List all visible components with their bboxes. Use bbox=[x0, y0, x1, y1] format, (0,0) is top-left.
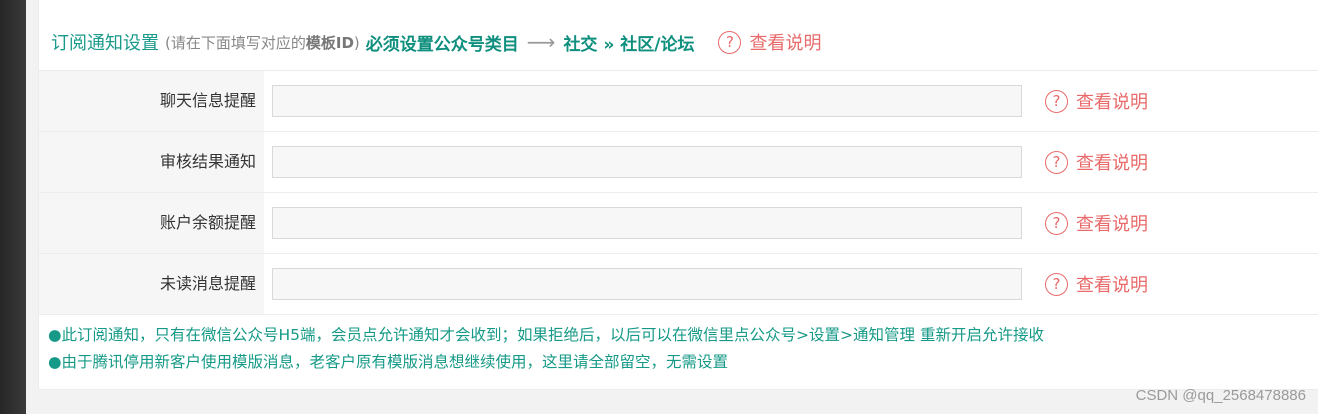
notes: ●此订阅通知，只有在微信公众号H5端，会员点允许通知才会收到；如果拒绝后，以后可… bbox=[48, 322, 1044, 376]
form-row-review-result: 审核结果通知 ? 查看说明 bbox=[39, 131, 1318, 192]
arrow-icon: ⟶ bbox=[526, 30, 556, 54]
unread-message-template-input[interactable] bbox=[272, 268, 1022, 300]
row-help-link[interactable]: ? 查看说明 bbox=[1045, 88, 1148, 114]
field-label: 未读消息提醒 bbox=[159, 274, 256, 293]
question-icon: ? bbox=[1045, 89, 1068, 113]
form-divider bbox=[39, 314, 1318, 315]
note-item: ●此订阅通知，只有在微信公众号H5端，会员点允许通知才会收到；如果拒绝后，以后可… bbox=[48, 326, 1044, 344]
left-edge-bar bbox=[0, 0, 26, 414]
form-row-unread-message: 未读消息提醒 ? 查看说明 bbox=[39, 253, 1318, 314]
section-hint: (请在下面填写对应的模板ID) bbox=[165, 33, 360, 52]
required-category-label: 必须设置公众号类目 bbox=[365, 34, 519, 55]
help-link-label: 查看说明 bbox=[1076, 275, 1148, 296]
field-label: 审核结果通知 bbox=[159, 152, 256, 171]
help-link-label: 查看说明 bbox=[1076, 214, 1148, 235]
header-help-link[interactable]: ? 查看说明 bbox=[718, 29, 821, 55]
row-help-link[interactable]: ? 查看说明 bbox=[1045, 210, 1148, 236]
question-icon: ? bbox=[1045, 211, 1068, 235]
row-help-link[interactable]: ? 查看说明 bbox=[1045, 271, 1148, 297]
help-link-label: 查看说明 bbox=[749, 33, 822, 54]
row-help-link[interactable]: ? 查看说明 bbox=[1045, 149, 1148, 175]
help-link-label: 查看说明 bbox=[1076, 153, 1148, 174]
subscription-settings-card: 订阅通知设置 (请在下面填写对应的模板ID) 必须设置公众号类目 ⟶ 社交 » … bbox=[38, 0, 1318, 390]
form-row-account-balance: 账户余额提醒 ? 查看说明 bbox=[39, 192, 1318, 253]
field-label: 聊天信息提醒 bbox=[159, 91, 256, 110]
field-label: 账户余额提醒 bbox=[159, 213, 256, 232]
question-icon: ? bbox=[1045, 150, 1068, 174]
question-icon: ? bbox=[1045, 272, 1068, 296]
chat-message-template-input[interactable] bbox=[272, 85, 1022, 117]
category-path: 社交 » 社区/论坛 bbox=[563, 34, 695, 55]
settings-panel: 订阅通知设置 (请在下面填写对应的模板ID) 必须设置公众号类目 ⟶ 社交 » … bbox=[26, 0, 1318, 414]
form-row-chat-message: 聊天信息提醒 ? 查看说明 bbox=[39, 70, 1318, 131]
account-balance-template-input[interactable] bbox=[272, 207, 1022, 239]
section-header: 订阅通知设置 (请在下面填写对应的模板ID) 必须设置公众号类目 ⟶ 社交 » … bbox=[51, 26, 821, 58]
section-title: 订阅通知设置 bbox=[51, 33, 159, 54]
review-result-template-input[interactable] bbox=[272, 146, 1022, 178]
watermark: CSDN @qq_2568478886 bbox=[1135, 387, 1306, 404]
template-id-form: 聊天信息提醒 ? 查看说明 审核结果通知 ? 查看说明 账户余额提醒 ? 查看说… bbox=[39, 70, 1318, 315]
help-link-label: 查看说明 bbox=[1076, 92, 1148, 113]
question-icon: ? bbox=[718, 30, 742, 54]
note-item: ●由于腾讯停用新客户使用模版消息，老客户原有模版消息想继续使用，这里请全部留空，… bbox=[48, 353, 729, 371]
